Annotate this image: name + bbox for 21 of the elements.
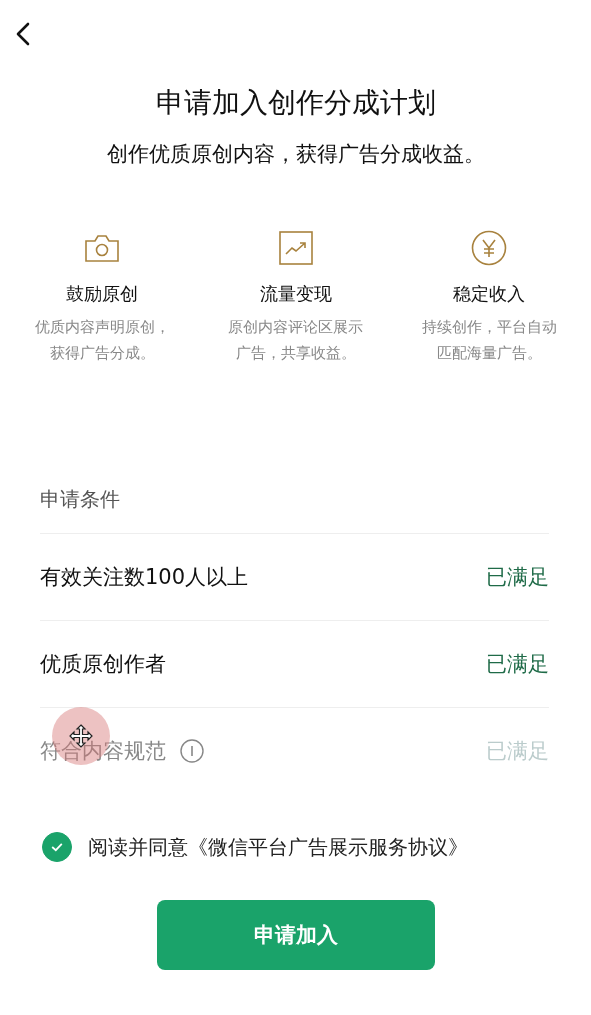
condition-label: 优质原创作者 [40, 651, 166, 678]
condition-label: 有效关注数100人以上 [40, 564, 249, 591]
agree-checkbox[interactable] [42, 832, 72, 862]
info-icon[interactable] [180, 739, 204, 763]
page-subtitle: 创作优质原创内容，获得广告分成收益。 [105, 141, 486, 168]
condition-label: 符合内容规范 [40, 738, 166, 765]
condition-status: 已满足 [486, 651, 549, 678]
feature-description: 原创内容评论区展示广告，共享收益。 [227, 318, 364, 363]
yen-icon [471, 230, 507, 266]
condition-status: 已满足 [486, 738, 549, 765]
condition-status: 已满足 [486, 564, 549, 591]
feature-description: 优质内容声明原创，获得广告分成。 [33, 318, 171, 363]
feature-description: 持续创作，平台自动匹配海量广告。 [420, 318, 558, 363]
feature-title: 鼓励原创 [66, 282, 138, 306]
agreement-text[interactable]: 阅读并同意《微信平台广告展示服务协议》 [88, 833, 468, 861]
page-title: 申请加入创作分成计划 [154, 85, 437, 121]
section-heading: 申请条件 [40, 486, 549, 534]
back-icon[interactable] [16, 22, 30, 46]
feature-title: 稳定收入 [453, 282, 525, 306]
feature-title: 流量变现 [259, 282, 332, 306]
chart-icon [278, 230, 313, 266]
